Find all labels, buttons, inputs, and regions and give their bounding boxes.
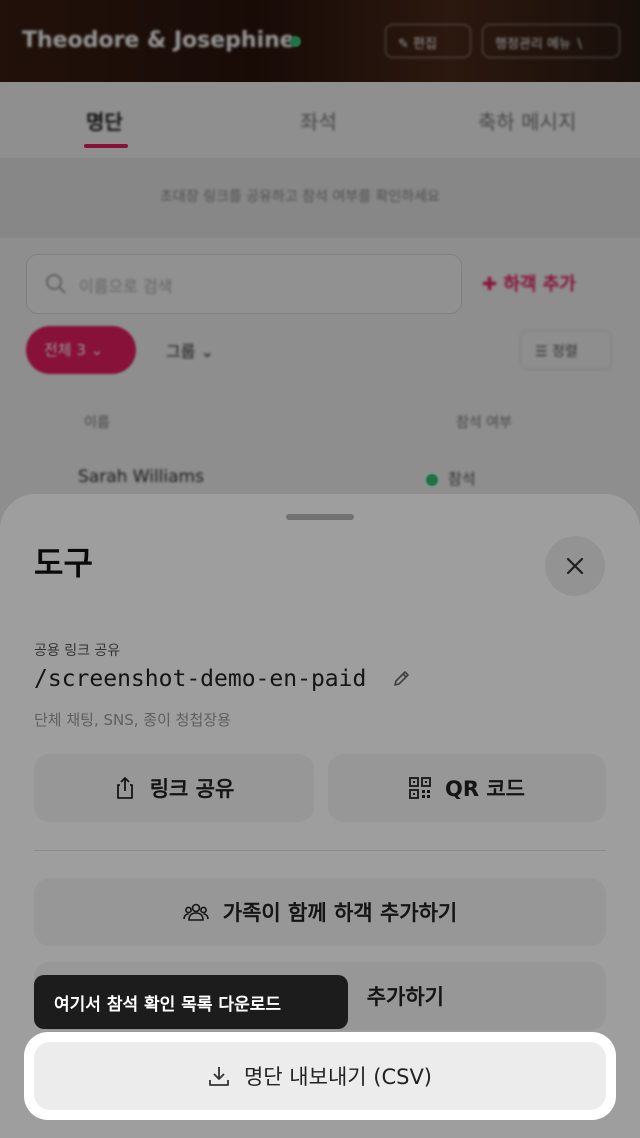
coach-tooltip: 여기서 참석 확인 목록 다운로드 [34,975,348,1029]
export-csv-button[interactable]: 명단 내보내기 (CSV) [34,1042,606,1110]
export-csv-label: 명단 내보내기 (CSV) [243,1065,432,1089]
download-icon [208,1065,230,1087]
